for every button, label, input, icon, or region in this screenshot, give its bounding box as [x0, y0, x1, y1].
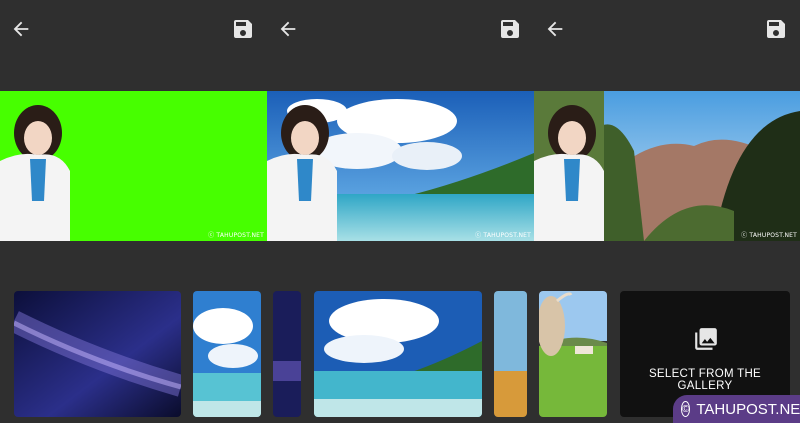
- gallery-label: SELECT FROM THE GALLERY: [648, 368, 762, 392]
- watermark-badge: © TAHUPOST.NET: [673, 395, 800, 423]
- watermark-text: TAHUPOST.NET: [696, 400, 800, 418]
- preview-image: ⓒ TAHUPOST.NET: [267, 91, 534, 241]
- preview-image: ⓒ TAHUPOST.NET: [534, 91, 800, 241]
- photo-library-icon: [695, 328, 717, 350]
- arrow-left-icon[interactable]: [277, 18, 299, 40]
- thumbnail-beach[interactable]: [314, 291, 482, 417]
- floppy-disk-icon[interactable]: [764, 17, 788, 41]
- thumbnail-beach-clouds[interactable]: [193, 291, 261, 417]
- arrow-left-icon[interactable]: [544, 18, 566, 40]
- floppy-disk-icon[interactable]: [498, 17, 522, 41]
- thumbnail-sky-field-partial[interactable]: [494, 291, 527, 417]
- top-bar: [534, 0, 800, 60]
- top-bar: [267, 0, 534, 60]
- arrow-left-icon[interactable]: [10, 18, 32, 40]
- preview-watermark: ⓒ TAHUPOST.NET: [741, 232, 797, 239]
- screen: ⓒ TAHUPOST.NET ⓒ TAHUPOST.NET ⓒ TAHUPOST…: [0, 0, 800, 423]
- preview-watermark: ⓒ TAHUPOST.NET: [475, 232, 531, 239]
- copyright-icon: ©: [681, 401, 691, 417]
- preview-image: ⓒ TAHUPOST.NET: [0, 91, 267, 241]
- top-bar: [0, 0, 267, 60]
- thumbnail-night-sky-partial[interactable]: [273, 291, 301, 417]
- preview-watermark: ⓒ TAHUPOST.NET: [208, 232, 264, 239]
- thumbnail-night-sky[interactable]: [14, 291, 181, 417]
- floppy-disk-icon[interactable]: [231, 17, 255, 41]
- thumbnail-cow-field[interactable]: [539, 291, 607, 417]
